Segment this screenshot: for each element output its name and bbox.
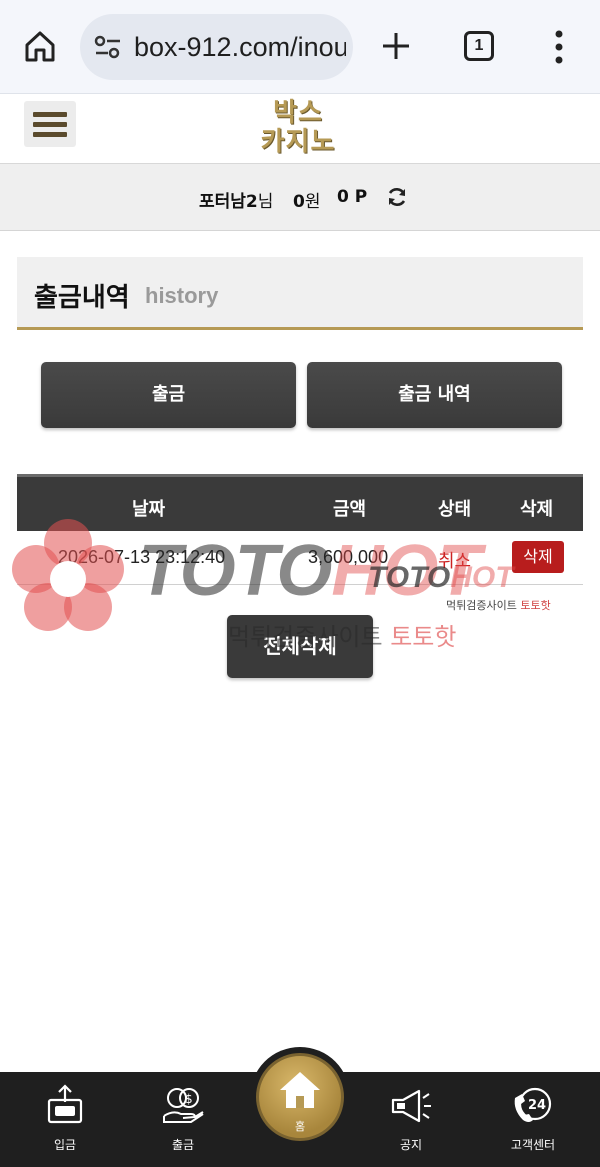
row-date: 2026-07-13 23:12:40 — [58, 547, 226, 567]
withdraw-button[interactable]: 출금 — [41, 362, 296, 428]
nav-withdraw[interactable]: $ 출금 — [138, 1072, 228, 1167]
table-row: 2026-07-13 23:12:40 3,600,000 취소 삭제 — [17, 531, 583, 585]
tab-switcher-button[interactable]: 1 — [464, 31, 494, 61]
home-icon — [280, 1072, 320, 1108]
hamburger-line — [33, 122, 67, 127]
page-subtitle: history — [145, 283, 219, 308]
points: 0 P — [337, 187, 368, 207]
col-status: 상태 — [438, 499, 472, 520]
table-header: 날짜 금액 상태 삭제 — [17, 474, 583, 531]
user-info-bar: 포터남2님 0원 0 P — [0, 164, 600, 231]
logo-line-1: 박스 — [273, 98, 323, 128]
username: 포터남2님 — [199, 192, 274, 212]
col-delete: 삭제 — [520, 499, 554, 520]
watermark-tagline-small: 먹튀검증사이트 토토핫 — [446, 599, 551, 612]
page-title: 출금내역 — [34, 283, 130, 313]
refresh-icon[interactable] — [386, 186, 408, 208]
nav-home-button[interactable]: 홈 — [256, 1053, 344, 1141]
hamburger-line — [33, 112, 67, 117]
url-text[interactable]: box-912.com/inou — [134, 31, 346, 63]
row-status: 취소 — [438, 551, 472, 572]
site-logo[interactable]: 박스 카지노 — [248, 99, 348, 161]
withdraw-coins-icon: $ — [163, 1088, 204, 1123]
col-date: 날짜 — [132, 499, 166, 520]
site-settings-icon[interactable] — [94, 35, 122, 59]
site-header: 박스 카지노 — [0, 95, 600, 164]
nav-notice[interactable]: 공지 — [366, 1072, 456, 1167]
browser-toolbar: box-912.com/inou 1 — [0, 0, 600, 94]
withdraw-history-button[interactable]: 출금 내역 — [307, 362, 562, 428]
support-badge: 24 — [528, 1098, 546, 1113]
home-icon[interactable] — [22, 28, 58, 64]
delete-all-button[interactable]: 전체삭제 — [227, 615, 373, 678]
megaphone-icon — [391, 1089, 431, 1123]
col-amount: 금액 — [333, 499, 367, 520]
nav-support[interactable]: 24 고객센터 — [488, 1072, 578, 1167]
nav-support-label: 고객센터 — [510, 1138, 556, 1152]
hamburger-line — [33, 132, 67, 137]
nav-deposit-label: 입금 — [53, 1138, 77, 1152]
nav-home-label: 홈 — [294, 1120, 306, 1133]
nav-withdraw-label: 출금 — [171, 1138, 195, 1152]
svg-text:$: $ — [185, 1092, 193, 1106]
nav-notice-label: 공지 — [399, 1138, 423, 1152]
more-menu-icon[interactable] — [552, 30, 566, 64]
new-tab-icon[interactable] — [380, 30, 412, 62]
section-title: 출금내역 history — [17, 257, 583, 330]
address-bar[interactable]: box-912.com/inou — [80, 14, 353, 80]
logo-line-2: 카지노 — [260, 127, 336, 157]
row-delete-button[interactable]: 삭제 — [512, 541, 564, 573]
deposit-icon — [47, 1084, 83, 1124]
hamburger-menu-button[interactable] — [24, 101, 76, 147]
balance: 0원 — [293, 192, 321, 212]
support-24-icon: 24 — [514, 1087, 552, 1122]
nav-deposit[interactable]: 입금 — [20, 1072, 110, 1167]
row-amount: 3,600,000 — [308, 547, 389, 567]
